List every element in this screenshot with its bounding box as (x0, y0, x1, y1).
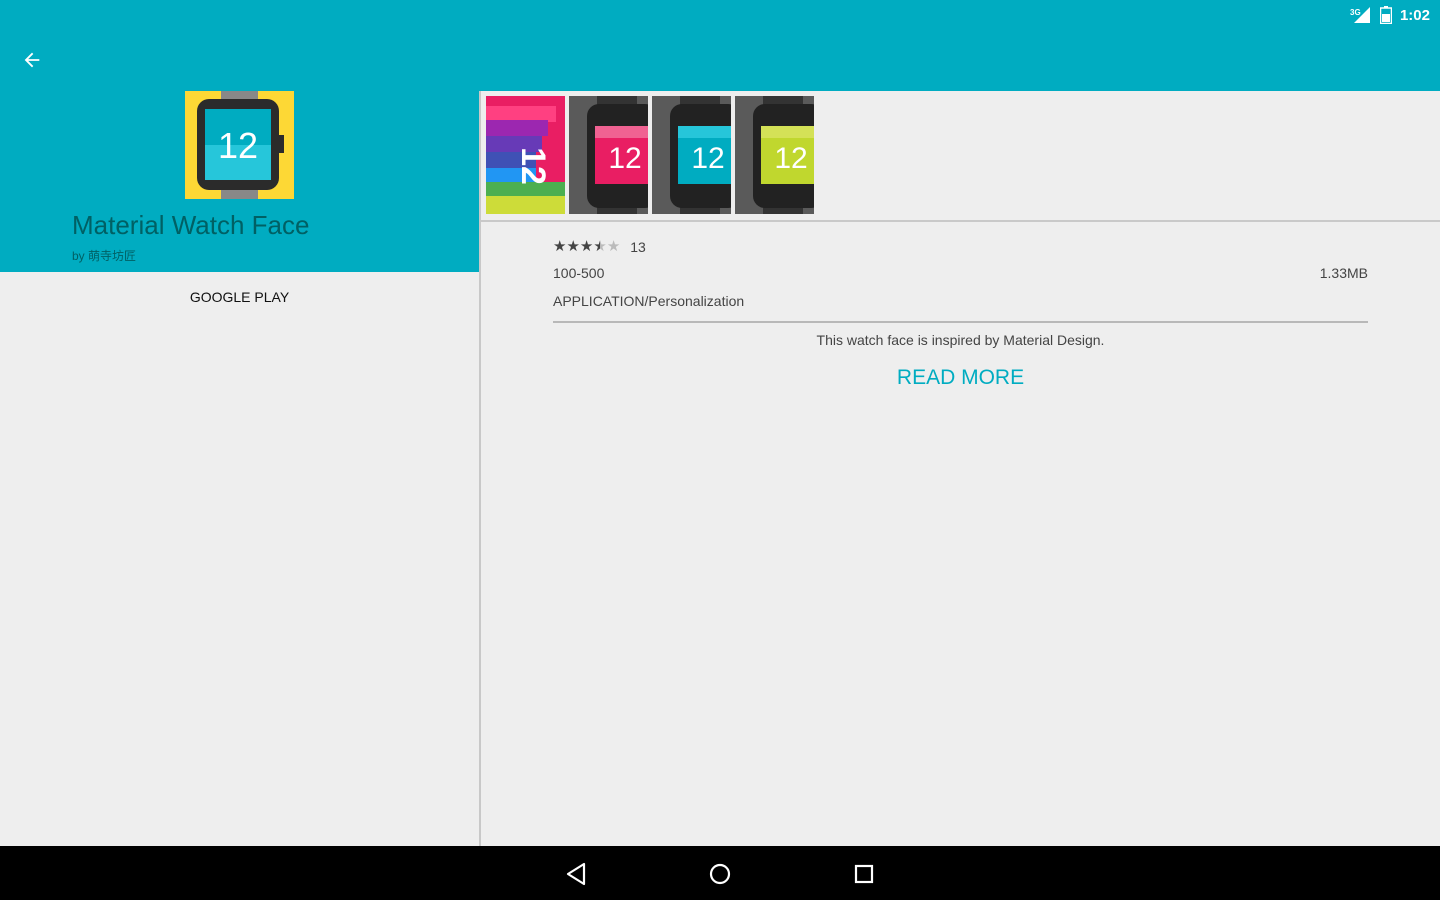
details-divider (553, 321, 1368, 323)
nav-recents-icon (854, 864, 874, 884)
star-empty-icon: ★ (606, 238, 621, 255)
screenshot-watch-lime: 12 (735, 96, 814, 214)
screenshot-thumb[interactable]: 12 (486, 96, 565, 214)
nav-home-icon (709, 863, 731, 885)
signal-3g-icon: 3G (1350, 7, 1370, 23)
battery-icon (1379, 6, 1392, 24)
navigation-bar (0, 846, 1440, 900)
svg-text:12: 12 (218, 125, 258, 166)
section-divider (481, 220, 1440, 222)
arrow-back-icon (24, 52, 40, 68)
screenshot-strip: 12 12 12 12 (486, 96, 814, 214)
header-bar: 3G 1:02 (0, 0, 1440, 91)
star-full-icon: ★ (553, 238, 567, 255)
app-developer: by 萌寺坊匠 (72, 249, 137, 263)
app-icon: 12 (185, 91, 294, 199)
nav-back-icon (566, 862, 586, 886)
nav-home-button[interactable] (706, 860, 734, 888)
google-play-button[interactable]: GOOGLE PLAY (0, 289, 479, 305)
rating-row: ★ ★ ★ ★ ★ 13 (553, 238, 646, 256)
app-size: 1.33MB (1319, 265, 1368, 281)
app-title: Material Watch Face (72, 210, 310, 240)
download-count: 100-500 (553, 265, 605, 281)
svg-text:12: 12 (608, 142, 641, 175)
watch-app-icon: 12 (185, 91, 294, 199)
screenshot-thumb[interactable]: 12 (569, 96, 648, 214)
screenshot-watch-cyan: 12 (652, 96, 731, 214)
rating-count: 13 (630, 239, 646, 255)
svg-text:12: 12 (514, 147, 552, 185)
svg-text:3G: 3G (1350, 8, 1361, 17)
screenshot-watch-pink: 12 (569, 96, 648, 214)
status-bar: 3G 1:02 (1350, 4, 1430, 26)
svg-text:12: 12 (774, 142, 807, 175)
star-half-icon: ★ (593, 238, 607, 255)
nav-back-button[interactable] (562, 860, 590, 888)
pane-divider (479, 91, 481, 846)
status-time: 1:02 (1399, 6, 1430, 24)
star-full-icon: ★ (579, 238, 594, 255)
rating-stars: ★ ★ ★ ★ ★ (553, 238, 620, 256)
svg-text:12: 12 (691, 142, 724, 175)
nav-recents-button[interactable] (850, 860, 878, 888)
screenshot-thumb[interactable]: 12 (735, 96, 814, 214)
app-description: This watch face is inspired by Material … (816, 332, 1105, 348)
read-more-button[interactable]: READ MORE (553, 366, 1368, 390)
app-category: APPLICATION/Personalization (553, 293, 745, 309)
screenshot-rainbow: 12 (486, 96, 565, 214)
star-full-icon: ★ (566, 238, 580, 255)
back-button[interactable] (18, 46, 46, 74)
screenshot-thumb[interactable]: 12 (652, 96, 731, 214)
